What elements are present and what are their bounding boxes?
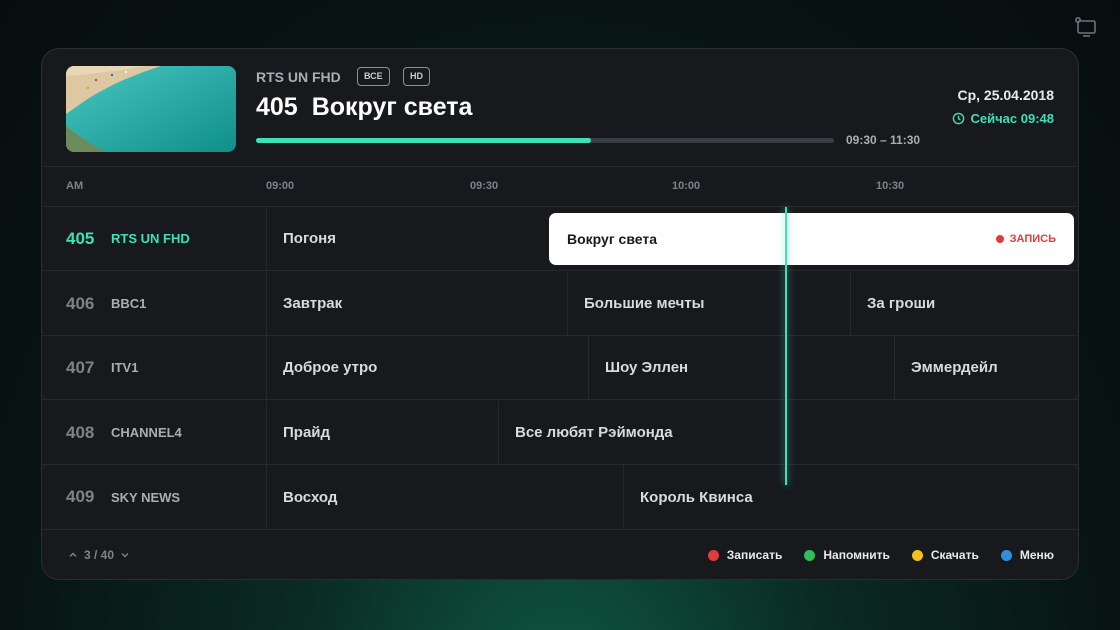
focused-program-title: Вокруг света: [567, 231, 657, 247]
channel-cell[interactable]: 405 RTS UN FHD: [42, 207, 267, 270]
channel-name: CHANNEL4: [111, 425, 182, 440]
program-cell[interactable]: Шоу Эллен: [589, 336, 895, 399]
channel-cell[interactable]: 409 SKY NEWS: [42, 465, 267, 529]
channel-row: 409 SKY NEWS Восход Король Квинса: [42, 465, 1078, 530]
timeline-tick: 10:00: [672, 180, 701, 192]
channel-cell[interactable]: 408 CHANNEL4: [42, 401, 267, 464]
program-cell[interactable]: Погоня: [267, 207, 549, 270]
program-time-range: 09:30 – 11:30: [846, 133, 921, 147]
channel-row: 406 BBC1 Завтрак Большие мечты За гроши: [42, 272, 1078, 336]
program-cell[interactable]: Все любят Рэймонда: [499, 401, 1078, 464]
download-action-label: Скачать: [930, 548, 979, 562]
program-cell[interactable]: Эммердейл: [895, 336, 1078, 399]
record-indicator: ЗАПИСЬ: [995, 233, 1056, 245]
current-date: Ср, 25.04.2018: [957, 87, 1054, 103]
channel-number: 405: [66, 228, 95, 248]
program-cell[interactable]: Прайд: [267, 401, 499, 464]
now-label: Сейчас 09:48: [970, 111, 1054, 126]
menu-action-label: Меню: [1019, 548, 1054, 562]
cast-icon[interactable]: [1074, 16, 1098, 40]
chevron-up-icon[interactable]: [68, 550, 78, 560]
program-progress-fill: [256, 138, 592, 143]
record-action[interactable]: Записать: [707, 548, 783, 562]
channel-cell[interactable]: 406 BBC1: [42, 272, 267, 335]
menu-action[interactable]: Меню: [1000, 548, 1054, 562]
current-program-name: Вокруг света: [311, 93, 473, 121]
chevron-down-icon[interactable]: [120, 550, 130, 560]
record-dot-icon: [995, 235, 1004, 243]
program-cell[interactable]: Восход: [267, 465, 624, 529]
timeline-tick: 09:00: [266, 180, 295, 192]
channel-row: 408 CHANNEL4 Прайд Все любят Рэймонда: [42, 401, 1078, 465]
timeline-period: AM: [66, 180, 84, 192]
channel-cell[interactable]: 407 ITV1: [42, 336, 267, 399]
record-label: ЗАПИСЬ: [1009, 233, 1056, 245]
yellow-dot-icon: [911, 549, 923, 561]
program-cell[interactable]: Большие мечты: [568, 272, 851, 335]
channel-row: 405 RTS UN FHD Погоня Вокруг света ЗАПИС…: [42, 207, 1078, 271]
channel-row: 407 ITV1 Доброе утро Шоу Эллен Эммердейл: [42, 336, 1078, 400]
blue-dot-icon: [1000, 549, 1012, 561]
program-cell[interactable]: За гроши: [851, 272, 1078, 335]
tv-guide-panel: RTS UN FHD ВСЕ HD 405 Вокруг света 09:30 …: [41, 48, 1079, 580]
guide-footer: 3 / 40 Записать Напомнить Скачать Меню: [42, 530, 1078, 579]
pager: 3 / 40: [68, 548, 130, 562]
now-playing-header: RTS UN FHD ВСЕ HD 405 Вокруг света 09:30 …: [42, 49, 1078, 167]
green-dot-icon: [804, 549, 816, 561]
remind-action-label: Напомнить: [823, 548, 890, 562]
program-cell[interactable]: Король Квинса: [624, 465, 1078, 529]
hd-badge: HD: [403, 67, 430, 86]
current-time: Сейчас 09:48: [952, 111, 1054, 126]
download-action[interactable]: Скачать: [911, 548, 979, 562]
color-key-legend: Записать Напомнить Скачать Меню: [707, 548, 1054, 562]
record-action-label: Записать: [726, 548, 783, 562]
current-channel-name: RTS UN FHD: [256, 69, 341, 85]
channel-number: 407: [66, 357, 95, 377]
timeline: AM 09:00 09:30 10:00 10:30: [42, 167, 1078, 207]
focused-program-cell[interactable]: Вокруг света ЗАПИСЬ: [549, 213, 1074, 265]
channel-name: BBC1: [111, 296, 147, 311]
timeline-tick: 09:30: [470, 180, 499, 192]
red-dot-icon: [707, 549, 719, 561]
clock-icon: [952, 112, 964, 125]
channel-number: 406: [66, 293, 95, 313]
timeline-tick: 10:30: [876, 180, 905, 192]
channel-name: SKY NEWS: [111, 489, 181, 505]
program-thumbnail: [66, 66, 236, 152]
remind-action[interactable]: Напомнить: [804, 548, 890, 562]
pager-label: 3 / 40: [84, 548, 115, 562]
channel-name: RTS UN FHD: [111, 231, 190, 246]
channel-number: 409: [66, 487, 95, 506]
current-time-indicator: [785, 207, 787, 485]
current-program-title: 405 Вокруг света: [256, 93, 472, 122]
program-cell[interactable]: Доброе утро: [267, 336, 589, 399]
program-cell[interactable]: Завтрак: [267, 272, 568, 335]
current-program-number: 405: [256, 93, 298, 121]
channel-number: 408: [66, 422, 95, 442]
channel-name: ITV1: [111, 360, 139, 375]
program-progress-bar: [256, 138, 834, 143]
all-badge: ВСЕ: [357, 67, 390, 86]
